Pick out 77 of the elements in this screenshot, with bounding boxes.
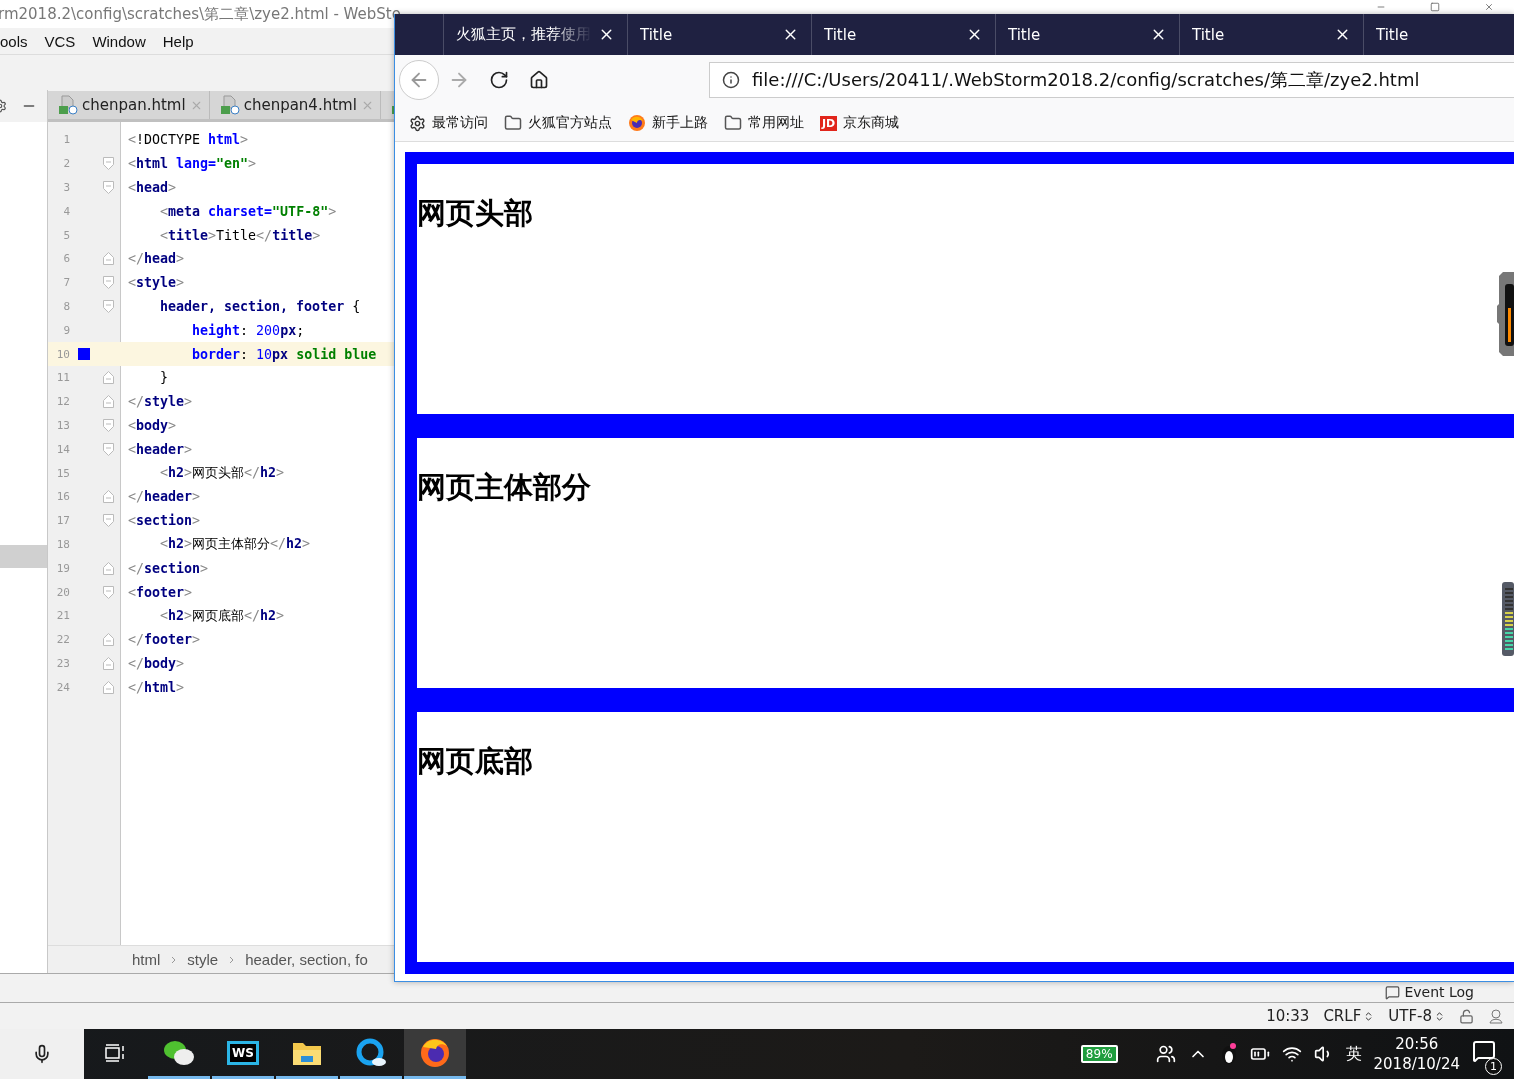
line-number: 2 [62, 157, 71, 171]
line-number: 16 [55, 490, 71, 504]
bookmark[interactable]: JD 京东商城 [820, 114, 900, 132]
bookmark[interactable]: 火狐官方站点 [504, 114, 612, 132]
address-bar[interactable]: file:///C:/Users/20411/.WebStorm2018.2/config/scratches/第二章/zye2.html [709, 62, 1514, 98]
line-number: 19 [55, 561, 71, 575]
clock[interactable]: 20:56 2018/10/24 [1373, 1034, 1460, 1074]
section-heading: 网页底部 [417, 743, 534, 780]
code-line: <section> [127, 513, 201, 529]
line-number: 9 [62, 323, 71, 337]
breadcrumb-item[interactable]: html [132, 951, 161, 968]
code-line: </style> [127, 394, 193, 410]
line-number: 12 [55, 395, 71, 409]
battery-percent[interactable]: 89% [1080, 1045, 1118, 1063]
code-line: </html> [127, 679, 185, 695]
bookmark[interactable]: 新手上路 [628, 114, 708, 132]
code-line: <h2>网页底部</h2> [159, 606, 285, 625]
line-number: 7 [62, 276, 71, 290]
code-line: <title>Title</title> [159, 227, 321, 243]
line-separator[interactable]: CRLF [1323, 1007, 1375, 1025]
line-number: 20 [55, 585, 71, 599]
code-line: </section> [127, 560, 209, 576]
bookmark[interactable]: 常用网址 [724, 114, 804, 132]
breadcrumb-item[interactable]: header, section, fo [245, 951, 368, 968]
code-line: <header> [127, 441, 193, 457]
line-number: 15 [55, 466, 71, 480]
menu-item[interactable]: Help [162, 32, 194, 50]
line-number: 11 [55, 371, 71, 385]
code-line: </body> [127, 655, 185, 671]
file-encoding[interactable]: UTF-8 [1388, 1007, 1445, 1025]
line-number: 5 [62, 228, 71, 242]
code-line: </head> [127, 251, 185, 267]
menu-item[interactable]: VCS [44, 32, 76, 50]
line-number: 17 [55, 514, 71, 528]
event-log-button[interactable]: Event Log [1385, 984, 1474, 1002]
code-line: <h2>网页主体部分</h2> [159, 535, 311, 554]
line-number: 4 [62, 204, 71, 218]
code-line: height: 200px; [191, 322, 305, 338]
code-line: } [159, 370, 169, 386]
notification-count: 1 [1485, 1058, 1502, 1075]
code-line: <h2>网页头部</h2> [159, 464, 285, 483]
line-number: 3 [62, 181, 71, 194]
code-line: <style> [127, 275, 185, 291]
code-line: border: 10px solid blue [191, 346, 377, 362]
breadcrumb-item[interactable]: style [187, 951, 219, 968]
line-number: 14 [55, 442, 71, 456]
menu-item[interactable]: Window [92, 32, 146, 50]
line-number: 1 [62, 133, 71, 147]
ide-app-icon[interactable]: WS [227, 1040, 259, 1065]
code-line: </footer> [127, 632, 201, 648]
line-number: 23 [55, 656, 71, 670]
code-line: <footer> [127, 584, 193, 600]
line-number: 13 [55, 418, 71, 432]
line-number: 22 [55, 633, 71, 647]
section-heading: 网页头部 [417, 195, 534, 232]
line-number: 10 [55, 347, 71, 361]
line-number: 6 [62, 252, 71, 266]
input-method[interactable]: 英 [1345, 1043, 1362, 1065]
line-number: 24 [55, 680, 71, 694]
code-line: <meta charset="UTF-8"> [159, 203, 337, 219]
line-number: 8 [62, 299, 71, 313]
line-number: 21 [55, 609, 71, 623]
code-line: <html lang="en"> [127, 156, 257, 172]
logo-badge: JD [820, 115, 838, 131]
menu-item[interactable]: ools [0, 32, 28, 50]
section-heading: 网页主体部分 [417, 469, 592, 506]
line-number: 18 [55, 537, 71, 551]
code-line: <body> [127, 417, 177, 433]
editor-tab[interactable]: chenpan4.html [209, 91, 381, 119]
editor-tab[interactable]: chenpan.html [48, 91, 210, 119]
cursor-position[interactable]: 10:33 [1266, 1007, 1310, 1025]
code-line: header, section, footer { [159, 298, 361, 314]
bookmark[interactable]: 最常访问 [409, 114, 488, 132]
code-line: </header> [127, 489, 201, 505]
window-title: rm2018.2\config\scratches\第二章\zye2.html - WebSto [0, 4, 401, 24]
code-line: <head> [127, 180, 177, 195]
code-line: <!DOCTYPE html> [127, 132, 249, 148]
